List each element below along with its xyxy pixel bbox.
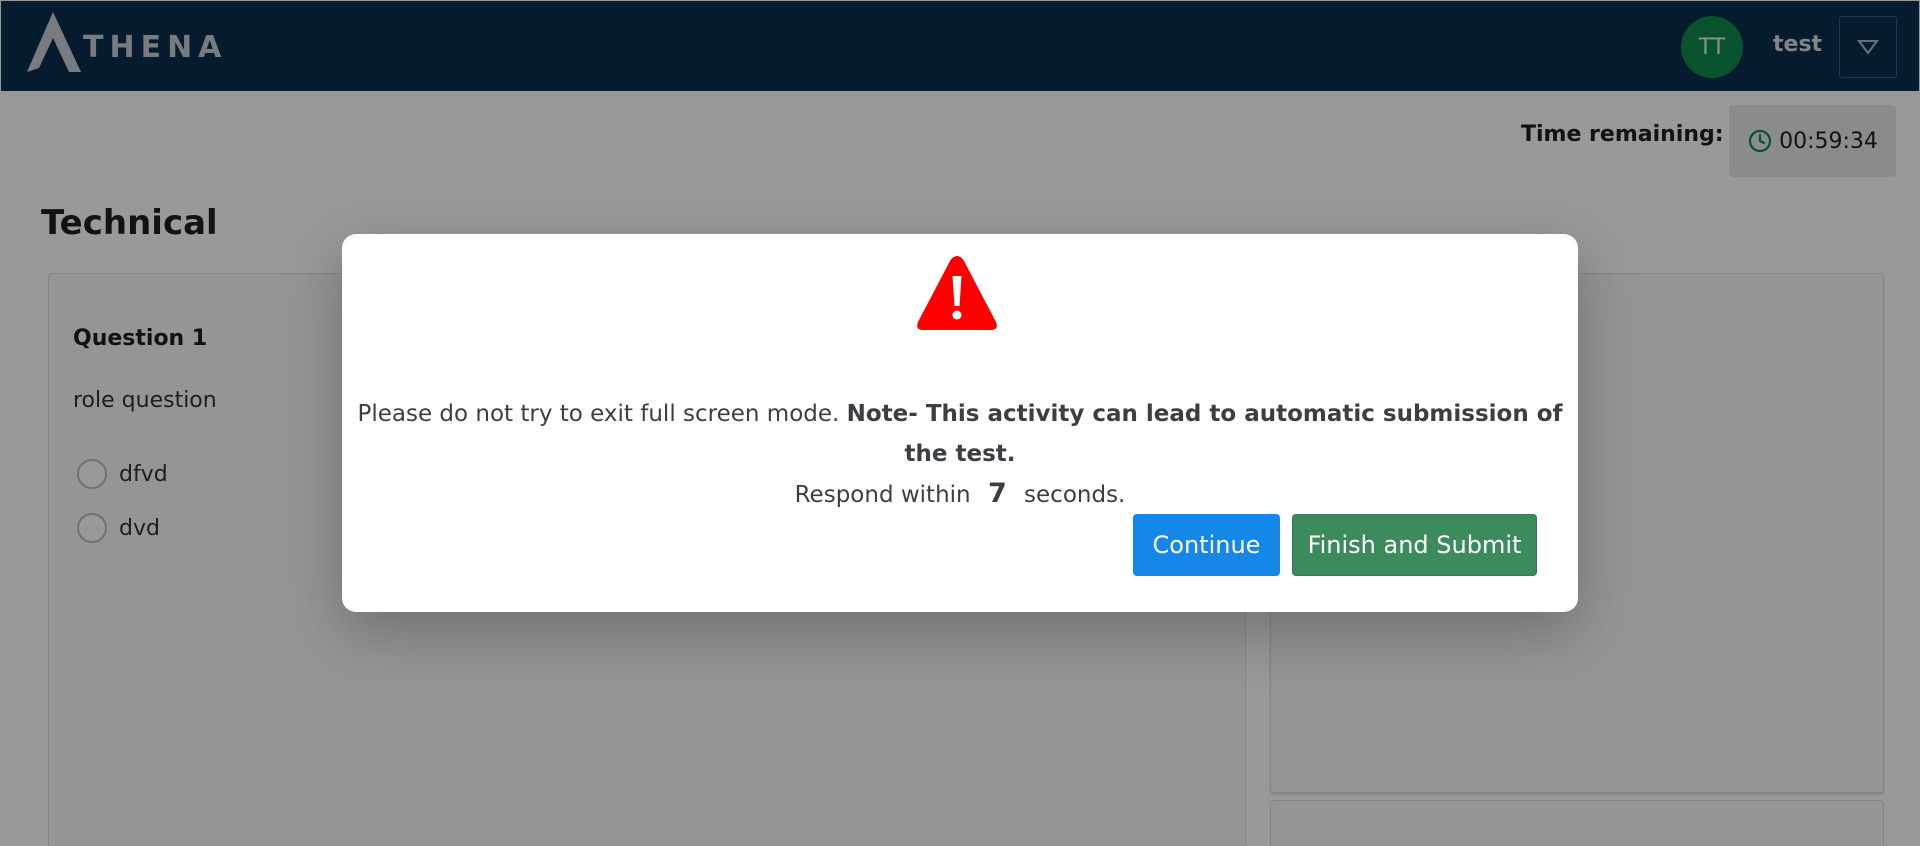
warning-message: Please do not try to exit full screen mo… — [342, 394, 1578, 515]
warning-icon — [917, 256, 997, 330]
continue-button[interactable]: Continue — [1133, 514, 1280, 576]
respond-suffix: seconds. — [1024, 482, 1126, 508]
warning-note: Note- This activity can lead to automati… — [846, 401, 1563, 467]
fullscreen-warning-modal: Please do not try to exit full screen mo… — [342, 234, 1578, 612]
countdown-seconds: 7 — [987, 478, 1007, 509]
warning-text: Please do not try to exit full screen mo… — [357, 401, 840, 427]
finish-and-submit-button[interactable]: Finish and Submit — [1292, 514, 1537, 576]
respond-prefix: Respond within — [794, 482, 971, 508]
